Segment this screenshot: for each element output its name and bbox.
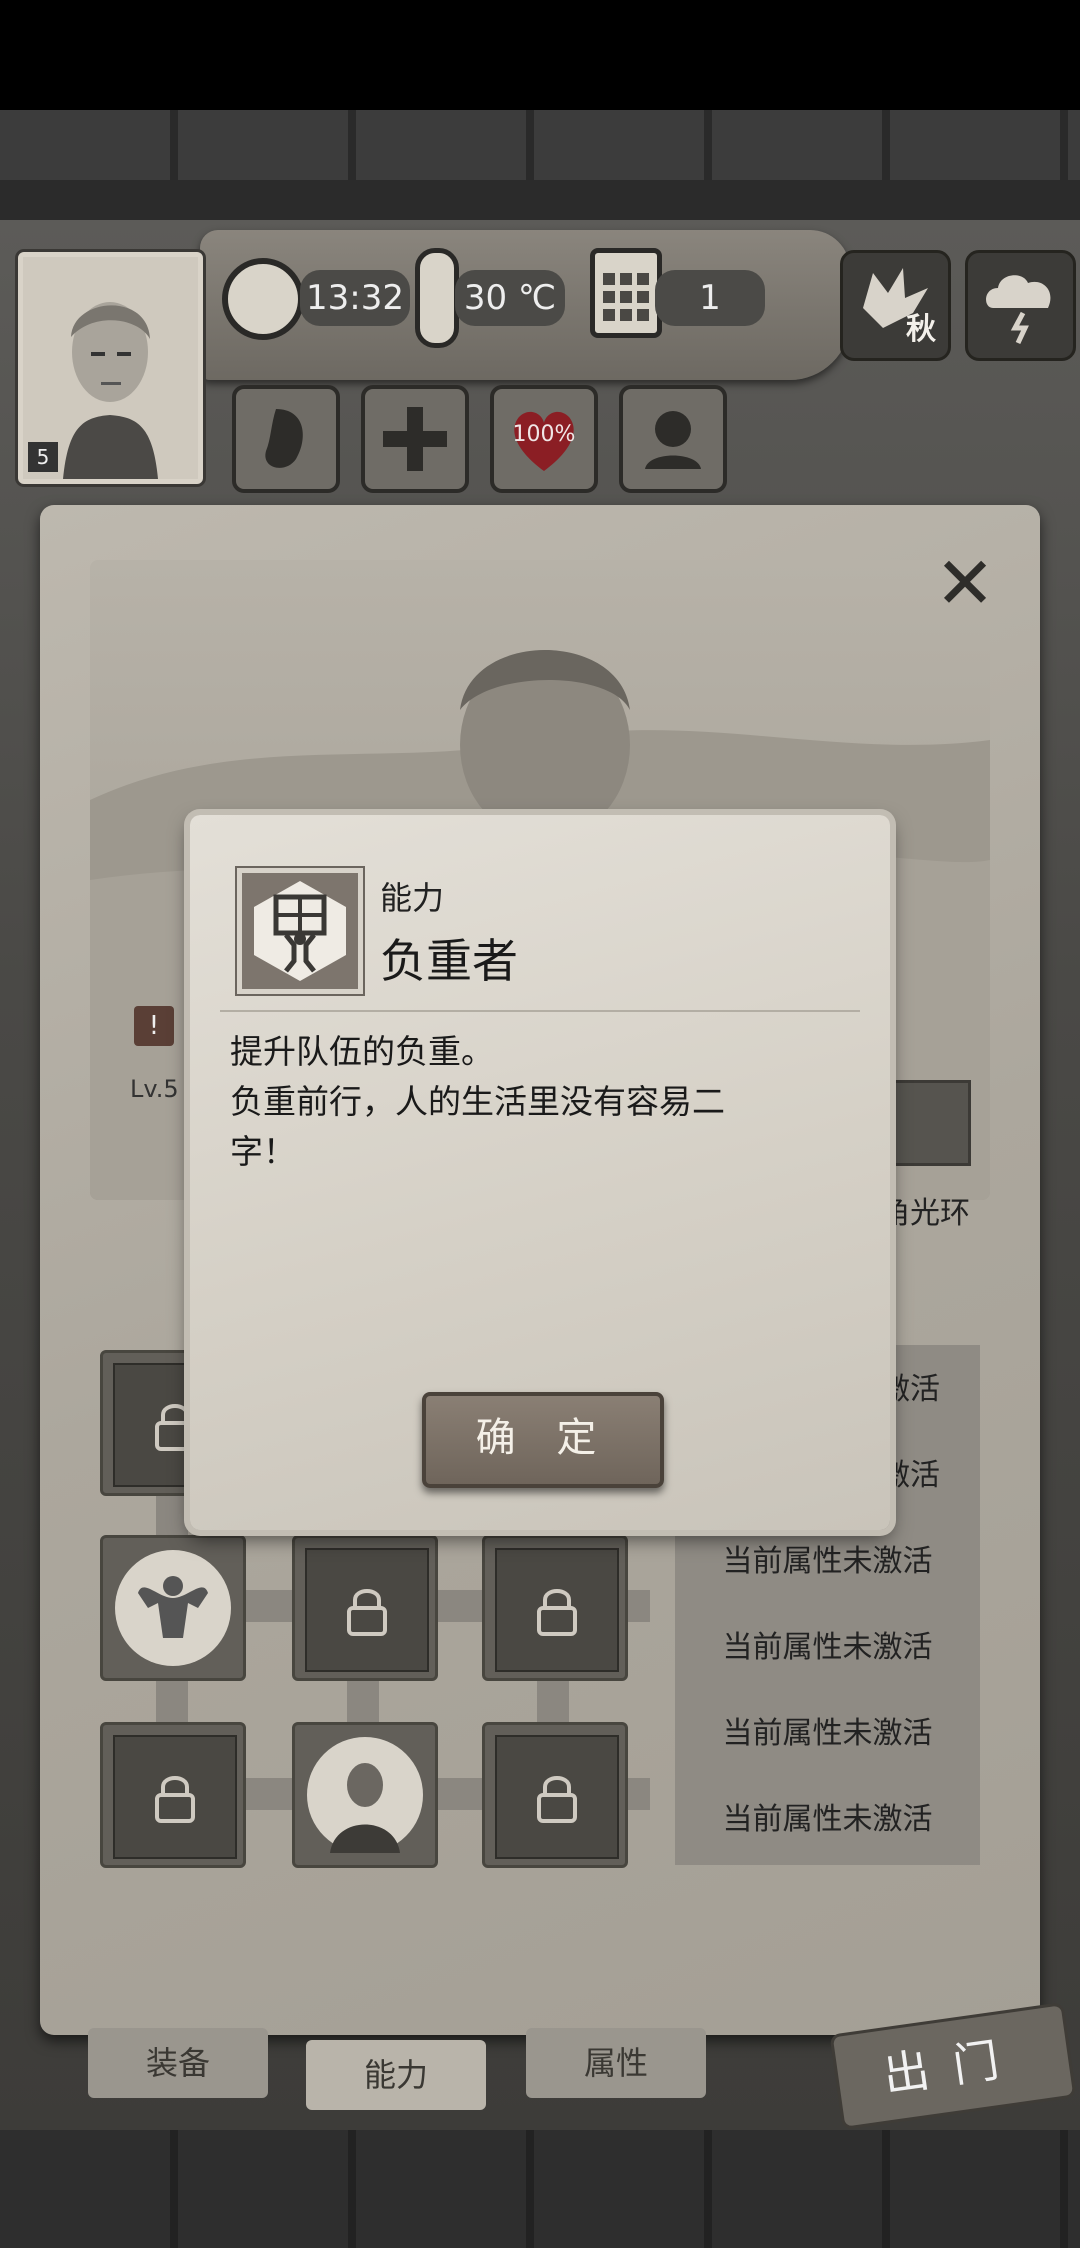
calendar-icon bbox=[590, 248, 662, 338]
skill-slot-locked[interactable] bbox=[292, 1535, 438, 1681]
weather-storm-button[interactable] bbox=[965, 250, 1076, 361]
lock-icon bbox=[537, 1776, 577, 1823]
halo-skill-icon[interactable] bbox=[885, 1080, 971, 1166]
wood-frame-top bbox=[0, 110, 1080, 180]
stopwatch-icon bbox=[222, 258, 304, 340]
confirm-button[interactable]: 确 定 bbox=[422, 1392, 664, 1488]
dialog-description-line: 负重前行，人的生活里没有容易二 bbox=[230, 1082, 725, 1121]
dialog-description-line: 提升队伍的负重。 bbox=[230, 1032, 494, 1071]
close-icon[interactable]: ✕ bbox=[930, 547, 1000, 619]
wood-frame-bottom bbox=[0, 2130, 1080, 2248]
divider bbox=[220, 1010, 860, 1012]
season-button[interactable]: 秋 bbox=[840, 250, 951, 361]
skill-slot-locked[interactable] bbox=[100, 1722, 246, 1868]
time-display: 13:32 bbox=[300, 270, 410, 326]
life-percent: 100% bbox=[512, 422, 576, 447]
tab-attributes[interactable]: 属性 bbox=[526, 2028, 706, 2098]
lock-icon bbox=[155, 1776, 195, 1823]
thermometer-icon bbox=[415, 248, 459, 348]
lock-icon bbox=[347, 1589, 387, 1636]
dialog-title: 负重者 bbox=[380, 934, 518, 988]
dialog-category: 能力 bbox=[380, 879, 445, 917]
attribute-row: 当前属性未激活 bbox=[722, 1544, 933, 1579]
season-label: 秋 bbox=[906, 312, 936, 347]
person-spirit-icon[interactable] bbox=[619, 385, 727, 493]
character-skill-icon bbox=[307, 1737, 423, 1853]
day-counter: 1 bbox=[655, 270, 765, 326]
attribute-row: 当前属性未激活 bbox=[722, 1802, 933, 1837]
medical-cross-icon[interactable] bbox=[361, 385, 469, 493]
skill-slot-locked[interactable] bbox=[482, 1535, 628, 1681]
strongman-icon bbox=[115, 1550, 231, 1666]
skill-slot-locked[interactable] bbox=[482, 1722, 628, 1868]
status-bar bbox=[0, 0, 1080, 110]
tab-equipment[interactable]: 装备 bbox=[88, 2028, 268, 2098]
skill-slot-portrait[interactable] bbox=[292, 1722, 438, 1868]
tab-ability[interactable]: 能力 bbox=[306, 2040, 486, 2110]
warning-icon[interactable]: ! bbox=[134, 1006, 174, 1046]
frame-rail bbox=[0, 180, 1080, 224]
skill-slot-strongman[interactable] bbox=[100, 1535, 246, 1681]
attribute-row: 当前属性未激活 bbox=[722, 1716, 933, 1751]
weight-carrier-icon bbox=[237, 868, 363, 994]
ability-level: Lv.5 bbox=[130, 1075, 179, 1103]
lock-icon bbox=[537, 1589, 577, 1636]
stomach-icon[interactable] bbox=[232, 385, 340, 493]
attribute-row: 当前属性未激活 bbox=[722, 1630, 933, 1665]
heart-icon[interactable]: 100% bbox=[490, 385, 598, 493]
temperature-display: 30 ℃ bbox=[455, 270, 565, 326]
dialog-description-line: 字！ bbox=[230, 1132, 296, 1171]
level-badge: 5 bbox=[28, 442, 58, 472]
halo-skill-label: 角光环 bbox=[880, 1196, 970, 1231]
